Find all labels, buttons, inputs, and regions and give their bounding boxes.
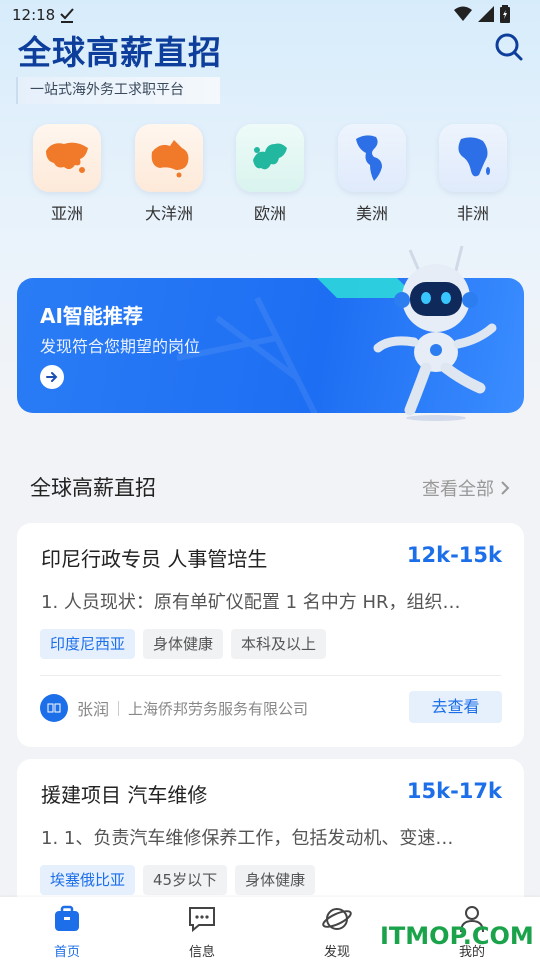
job-description: 1. 人员现状：原有单矿仪配置 1 名中方 HR，组织… bbox=[41, 592, 461, 613]
separator bbox=[118, 700, 120, 716]
africa-map-icon bbox=[439, 124, 507, 192]
chevron-right-icon bbox=[501, 481, 510, 495]
view-all-label: 查看全部 bbox=[422, 479, 494, 500]
search-icon[interactable] bbox=[494, 32, 524, 62]
job-tag: 本科及以上 bbox=[231, 629, 327, 659]
job-tag: 印度尼西亚 bbox=[40, 629, 136, 659]
region-label: 欧洲 bbox=[253, 204, 286, 223]
region-label: 大洋洲 bbox=[144, 204, 193, 223]
recruiter-info: 张润 上海侨邦劳务服务有限公司 bbox=[40, 694, 308, 722]
job-description: 1. 1、负责汽车维修保养工作，包括发动机、变速… bbox=[41, 828, 454, 849]
job-tag: 45岁以下 bbox=[143, 865, 228, 895]
nav-messages[interactable]: 信息 bbox=[162, 905, 242, 960]
job-card[interactable]: 援建项目 汽车维修 15k-17k 1. 1、负责汽车维修保养工作，包括发动机、… bbox=[17, 759, 524, 919]
job-tag: 埃塞俄比亚 bbox=[40, 865, 136, 895]
region-label: 亚洲 bbox=[50, 204, 83, 223]
nav-home[interactable]: 首页 bbox=[27, 905, 107, 960]
nav-discover[interactable]: 发现 bbox=[297, 905, 377, 960]
download-done-icon bbox=[60, 8, 74, 23]
home-icon bbox=[55, 905, 79, 931]
watermark: ITMOP.COM bbox=[380, 922, 534, 950]
region-oceania[interactable]: 大洋洲 bbox=[133, 124, 205, 224]
recruiter-name: 张润 bbox=[77, 700, 110, 719]
wifi-icon bbox=[454, 6, 472, 21]
oceania-map-icon bbox=[135, 124, 203, 192]
discover-icon bbox=[322, 908, 352, 930]
nav-label: 发现 bbox=[323, 945, 350, 960]
view-all-link[interactable]: 查看全部 bbox=[422, 475, 510, 501]
nav-label: 信息 bbox=[188, 945, 215, 960]
nav-label: 首页 bbox=[53, 945, 80, 960]
job-title: 印尼行政专员 人事管培生 bbox=[41, 547, 268, 571]
view-job-button[interactable]: 去查看 bbox=[409, 691, 502, 723]
company-name: 上海侨邦劳务服务有限公司 bbox=[128, 699, 309, 718]
ai-banner-description: 发现符合您期望的岗位 bbox=[40, 337, 201, 356]
region-label: 美洲 bbox=[355, 204, 388, 223]
job-title: 援建项目 汽车维修 bbox=[41, 783, 208, 807]
region-americas[interactable]: 美洲 bbox=[336, 124, 408, 224]
divider bbox=[40, 675, 501, 676]
section-title: 全球高薪直招 bbox=[30, 476, 156, 500]
message-icon bbox=[189, 907, 215, 933]
job-tags: 印度尼西亚 身体健康 本科及以上 bbox=[40, 629, 327, 659]
job-tag: 身体健康 bbox=[143, 629, 224, 659]
page-subtitle: 一站式海外务工求职平台 bbox=[16, 77, 220, 104]
battery-icon bbox=[500, 5, 510, 23]
asia-map-icon bbox=[33, 124, 101, 192]
status-indicators bbox=[454, 5, 510, 23]
region-grid: 亚洲 大洋洲 欧洲 美洲 非洲 bbox=[0, 124, 540, 224]
signal-icon bbox=[478, 6, 494, 22]
page-title: 全球高薪直招 bbox=[18, 33, 222, 72]
job-tags: 埃塞俄比亚 45岁以下 身体健康 bbox=[40, 865, 316, 895]
job-salary: 15k-17k bbox=[406, 779, 502, 803]
job-tag: 身体健康 bbox=[235, 865, 316, 895]
ai-banner-title: AI智能推荐 bbox=[40, 304, 143, 328]
avatar bbox=[40, 694, 68, 722]
job-card[interactable]: 印尼行政专员 人事管培生 12k-15k 1. 人员现状：原有单矿仪配置 1 名… bbox=[17, 523, 524, 747]
americas-map-icon bbox=[338, 124, 406, 192]
region-africa[interactable]: 非洲 bbox=[437, 124, 509, 224]
region-europe[interactable]: 欧洲 bbox=[234, 124, 306, 224]
region-asia[interactable]: 亚洲 bbox=[31, 124, 103, 224]
region-label: 非洲 bbox=[456, 204, 489, 223]
arrow-right-icon[interactable] bbox=[40, 365, 64, 389]
europe-map-icon bbox=[236, 124, 304, 192]
status-time: 12:18 bbox=[12, 6, 56, 24]
job-salary: 12k-15k bbox=[406, 543, 502, 567]
robot-mascot-icon bbox=[373, 245, 497, 421]
